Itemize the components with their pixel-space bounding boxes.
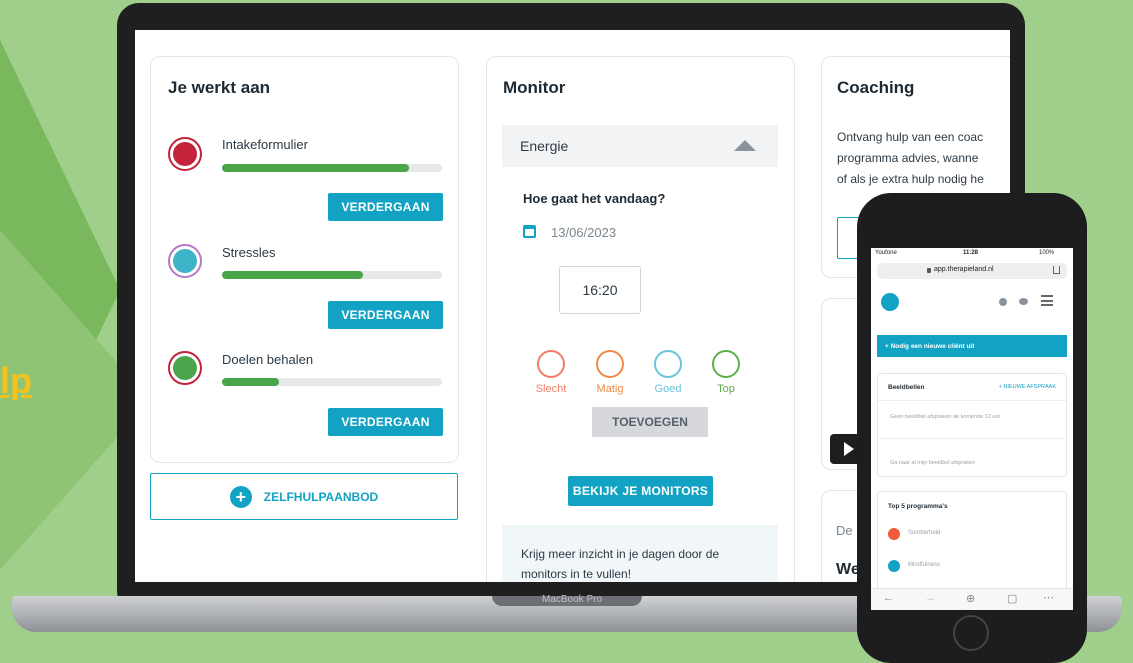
url-text: app.therapieland.nl xyxy=(934,266,994,273)
view-monitors-button[interactable]: BEKIJK JE MONITORS xyxy=(568,476,713,506)
lock-icon xyxy=(927,268,931,273)
mood-label: Goed xyxy=(654,383,682,395)
continue-button[interactable]: VERDERGAAN xyxy=(328,408,443,436)
task-progress-bar xyxy=(222,378,442,386)
time-input[interactable]: 16:20 xyxy=(559,266,641,314)
top5-title: Top 5 programma's xyxy=(888,503,948,510)
status-time: 11:28 xyxy=(963,250,979,256)
coaching-title: Coaching xyxy=(837,78,915,97)
beeldbellen-title: Beeldbellen xyxy=(888,384,925,391)
mood-label: Slecht xyxy=(535,383,567,395)
url-bar[interactable]: app.therapieland.nl xyxy=(877,263,1067,279)
program-icon xyxy=(888,528,900,540)
back-arrow-icon[interactable]: ← xyxy=(883,592,894,604)
more-icon[interactable]: ⋯ xyxy=(1043,591,1054,604)
extra-card-text: De xyxy=(836,523,853,538)
mood-label: Top xyxy=(717,383,735,395)
plus-circle-icon: + xyxy=(229,485,252,508)
laptop-brand: MacBook Pro xyxy=(541,594,603,605)
status-battery: 100% xyxy=(1039,250,1055,256)
add-button[interactable]: TOEVOEGEN xyxy=(592,407,708,437)
monitor-info-text: Krijg meer inzicht in je dagen door de m… xyxy=(521,547,720,581)
new-tab-icon[interactable]: ⊕ xyxy=(966,592,975,605)
top5-card: Top 5 programma's Somberheid Mindfulness xyxy=(877,491,1067,593)
sad-face-icon[interactable] xyxy=(537,350,565,378)
task-progress-bar xyxy=(222,164,442,172)
continue-button[interactable]: VERDERGAAN xyxy=(328,193,443,221)
chat-icon[interactable] xyxy=(1019,298,1028,305)
background-link[interactable]: lp xyxy=(0,360,32,402)
monitor-title: Monitor xyxy=(503,78,566,97)
browser-toolbar: ← → ⊕ ▢ ⋯ xyxy=(871,588,1073,610)
calendar-icon xyxy=(523,225,536,238)
neutral-face-icon[interactable] xyxy=(596,350,624,378)
status-carrier: Youfone xyxy=(875,250,897,256)
no-appointments-text: Geen beeldbel afspraken de komende 12 uu… xyxy=(890,414,1001,420)
form-icon xyxy=(168,137,202,171)
mood-question: Hoe gaat het vandaag? xyxy=(523,191,666,206)
mood-label: Matig xyxy=(596,383,624,395)
program-item[interactable]: Somberheid xyxy=(908,530,940,536)
play-icon xyxy=(844,442,854,456)
task-progress-bar xyxy=(222,271,442,279)
monitor-info-box: Krijg meer inzicht in je dagen door de m… xyxy=(502,525,778,582)
coaching-text: Ontvang hulp van een coac programma advi… xyxy=(837,130,984,186)
all-appointments-link[interactable]: Ga naar al mijn beeldbel afspraken xyxy=(890,460,975,466)
app-logo[interactable] xyxy=(881,293,899,311)
task-label: Doelen behalen xyxy=(222,352,314,367)
zelfhulp-button[interactable]: + ZELFHULPAANBOD xyxy=(150,473,458,520)
accordion-label: Energie xyxy=(520,138,569,154)
monitor-card: Monitor Energie Hoe gaat het vandaag? 13… xyxy=(486,56,795,582)
energy-accordion[interactable]: Energie xyxy=(502,125,778,167)
stress-icon xyxy=(168,244,202,278)
invite-client-button[interactable]: + Nodig een nieuwe cliënt uit xyxy=(877,335,1067,357)
continue-button[interactable]: VERDERGAAN xyxy=(328,301,443,329)
share-icon[interactable] xyxy=(1053,266,1060,274)
target-icon xyxy=(168,351,202,385)
zelfhulp-label: ZELFHULPAANBOD xyxy=(263,489,379,504)
notification-icon[interactable] xyxy=(999,298,1007,306)
work-card: Je werkt aan Intakeformulier VERDERGAAN … xyxy=(150,56,459,463)
work-title: Je werkt aan xyxy=(168,78,271,97)
forward-arrow-icon[interactable]: → xyxy=(925,592,936,604)
phone-screen: Youfone 11:28 100% app.therapieland.nl +… xyxy=(871,248,1073,610)
date-value[interactable]: 13/06/2023 xyxy=(551,225,616,240)
task-label: Intakeformulier xyxy=(222,137,308,152)
tabs-icon[interactable]: ▢ xyxy=(1007,592,1017,605)
program-icon xyxy=(888,560,900,572)
happy-face-icon[interactable] xyxy=(712,350,740,378)
chevron-up-icon xyxy=(734,140,756,151)
beeldbellen-card: Beeldbellen + NIEUWE AFSPRAAK Geen beeld… xyxy=(877,373,1067,477)
smile-face-icon[interactable] xyxy=(654,350,682,378)
program-item[interactable]: Mindfulness xyxy=(908,562,940,568)
new-appointment-link[interactable]: + NIEUWE AFSPRAAK xyxy=(999,384,1056,390)
task-label: Stressles xyxy=(222,245,276,260)
home-button[interactable] xyxy=(953,615,989,651)
